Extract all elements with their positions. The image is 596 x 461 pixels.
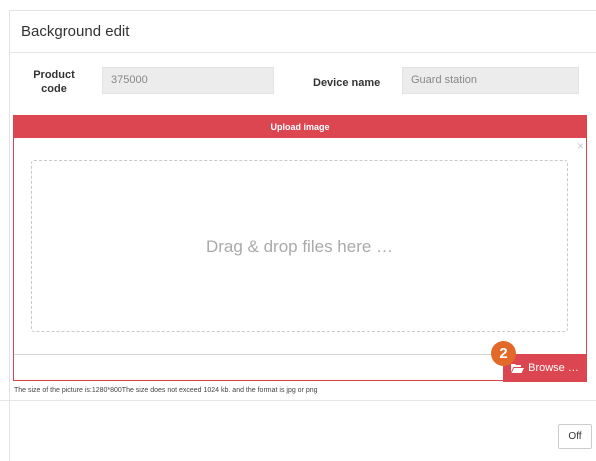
product-code-label-line2: code [41, 83, 67, 95]
device-name-field[interactable]: Guard station [402, 67, 579, 94]
browse-button[interactable]: Browse … [503, 354, 587, 382]
dialog-header: Background edit [10, 11, 596, 53]
folder-open-icon [511, 364, 525, 373]
off-button[interactable]: Off [558, 424, 592, 449]
browse-button-label: Browse … [528, 362, 579, 374]
product-code-label: Product code [28, 68, 80, 96]
product-code-field[interactable]: 375000 [102, 67, 274, 94]
product-code-label-line1: Product [33, 69, 75, 81]
drop-zone-text: Drag & drop files here … [205, 237, 394, 256]
drop-zone[interactable]: Drag & drop files here … [31, 160, 568, 332]
close-icon[interactable]: × [577, 140, 584, 152]
device-name-label: Device name [313, 77, 381, 89]
footer-divider [0, 400, 596, 401]
step-badge: 2 [491, 341, 516, 366]
upload-panel-header: Upload image [14, 116, 586, 138]
upload-hint-text: The size of the picture is:1280*800The s… [14, 387, 318, 394]
dialog-title: Background edit [21, 23, 130, 40]
